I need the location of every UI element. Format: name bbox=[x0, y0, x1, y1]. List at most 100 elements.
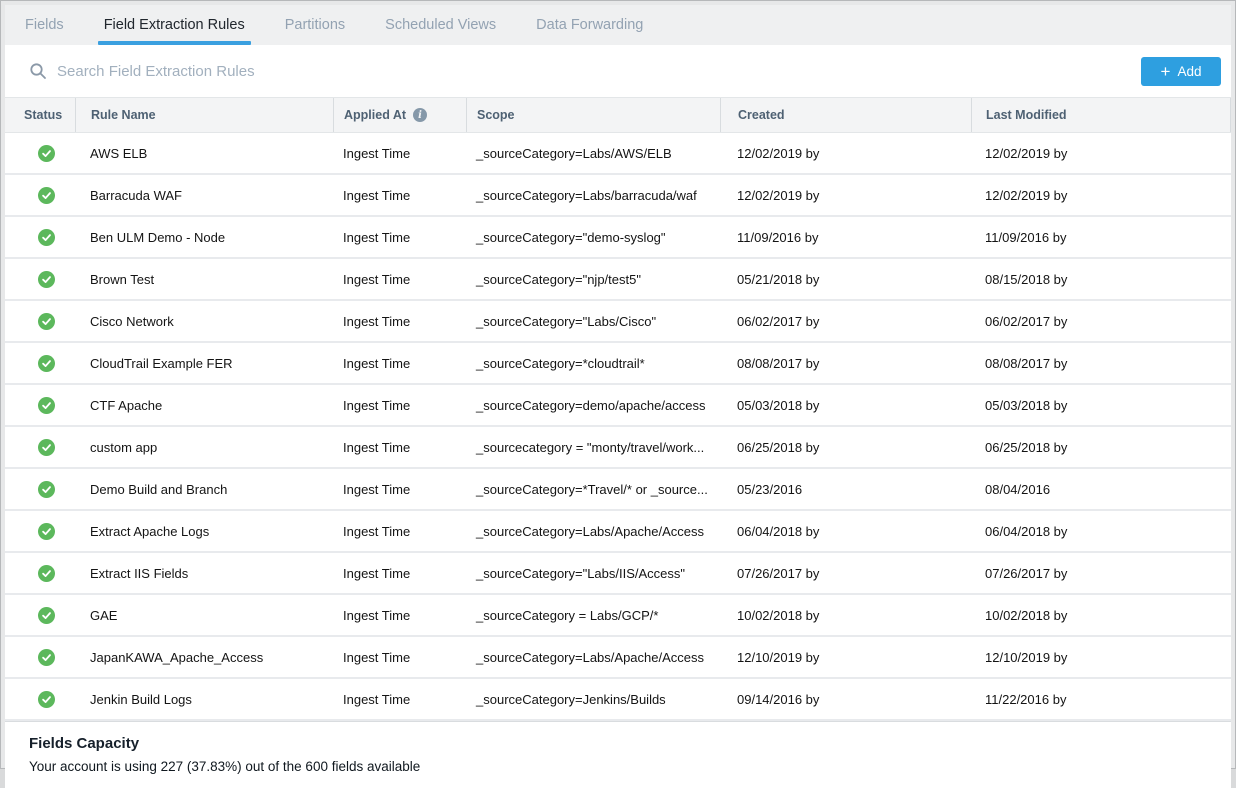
applied-at-cell: Ingest Time bbox=[333, 679, 466, 719]
created-cell: 07/26/2017 by bbox=[720, 553, 971, 593]
status-cell bbox=[5, 595, 75, 635]
status-enabled-icon bbox=[38, 355, 55, 372]
column-header-created[interactable]: Created bbox=[720, 98, 971, 132]
tab-partitions[interactable]: Partitions bbox=[279, 5, 351, 45]
tab-scheduled-views[interactable]: Scheduled Views bbox=[379, 5, 502, 45]
search-field-wrap bbox=[5, 62, 1141, 81]
scope-cell: _sourceCategory=Jenkins/Builds bbox=[466, 679, 720, 719]
toolbar: + Add bbox=[5, 45, 1231, 98]
table-row[interactable]: Extract IIS Fields Ingest Time _sourceCa… bbox=[5, 553, 1231, 595]
status-cell bbox=[5, 217, 75, 257]
column-header-rule-name[interactable]: Rule Name bbox=[75, 98, 333, 132]
status-cell bbox=[5, 469, 75, 509]
column-header-scope[interactable]: Scope bbox=[466, 98, 720, 132]
table-row[interactable]: Demo Build and Branch Ingest Time _sourc… bbox=[5, 469, 1231, 511]
applied-at-cell: Ingest Time bbox=[333, 427, 466, 467]
last-modified-cell: 10/02/2018 by bbox=[971, 595, 1231, 635]
table-row[interactable]: Barracuda WAF Ingest Time _sourceCategor… bbox=[5, 175, 1231, 217]
table-row[interactable]: GAE Ingest Time _sourceCategory = Labs/G… bbox=[5, 595, 1231, 637]
column-header-status[interactable]: Status bbox=[5, 98, 75, 132]
applied-at-cell: Ingest Time bbox=[333, 511, 466, 551]
plus-icon: + bbox=[1161, 63, 1171, 80]
status-cell bbox=[5, 553, 75, 593]
table-row[interactable]: AWS ELB Ingest Time _sourceCategory=Labs… bbox=[5, 133, 1231, 175]
applied-at-cell: Ingest Time bbox=[333, 595, 466, 635]
created-cell: 12/10/2019 by bbox=[720, 637, 971, 677]
applied-at-cell: Ingest Time bbox=[333, 553, 466, 593]
status-cell bbox=[5, 427, 75, 467]
rule-name-cell: Brown Test bbox=[75, 259, 333, 299]
app-window: Fields Field Extraction Rules Partitions… bbox=[0, 0, 1236, 769]
status-cell bbox=[5, 175, 75, 215]
column-header-applied-at[interactable]: Applied At i bbox=[333, 98, 466, 132]
scope-cell: _sourceCategory=Labs/Apache/Access bbox=[466, 511, 720, 551]
scope-cell: _sourcecategory = "monty/travel/work... bbox=[466, 427, 720, 467]
last-modified-cell: 11/09/2016 by bbox=[971, 217, 1231, 257]
rule-name-cell: Ben ULM Demo - Node bbox=[75, 217, 333, 257]
column-header-applied-at-label: Applied At bbox=[344, 108, 406, 122]
add-button[interactable]: + Add bbox=[1141, 57, 1221, 86]
applied-at-cell: Ingest Time bbox=[333, 469, 466, 509]
search-input[interactable] bbox=[55, 62, 1141, 81]
tab-field-extraction-rules[interactable]: Field Extraction Rules bbox=[98, 5, 251, 45]
search-icon bbox=[29, 62, 47, 80]
status-enabled-icon bbox=[38, 187, 55, 204]
tab-data-forwarding[interactable]: Data Forwarding bbox=[530, 5, 649, 45]
applied-at-cell: Ingest Time bbox=[333, 217, 466, 257]
status-cell bbox=[5, 385, 75, 425]
tab-fields[interactable]: Fields bbox=[19, 5, 70, 45]
last-modified-cell: 11/22/2016 by bbox=[971, 679, 1231, 719]
table-row[interactable]: CTF Apache Ingest Time _sourceCategory=d… bbox=[5, 385, 1231, 427]
scope-cell: _sourceCategory="Labs/IIS/Access" bbox=[466, 553, 720, 593]
status-enabled-icon bbox=[38, 691, 55, 708]
status-enabled-icon bbox=[38, 313, 55, 330]
status-enabled-icon bbox=[38, 229, 55, 246]
rule-name-cell: CTF Apache bbox=[75, 385, 333, 425]
created-cell: 08/08/2017 by bbox=[720, 343, 971, 383]
table-row[interactable]: Cisco Network Ingest Time _sourceCategor… bbox=[5, 301, 1231, 343]
table-row[interactable]: Ben ULM Demo - Node Ingest Time _sourceC… bbox=[5, 217, 1231, 259]
table-row[interactable]: Jenkin Build Logs Ingest Time _sourceCat… bbox=[5, 679, 1231, 721]
last-modified-cell: 12/02/2019 by bbox=[971, 133, 1231, 173]
status-enabled-icon bbox=[38, 397, 55, 414]
scope-cell: _sourceCategory=Labs/AWS/ELB bbox=[466, 133, 720, 173]
rule-name-cell: Barracuda WAF bbox=[75, 175, 333, 215]
status-cell bbox=[5, 301, 75, 341]
scope-cell: _sourceCategory="njp/test5" bbox=[466, 259, 720, 299]
tab-bar: Fields Field Extraction Rules Partitions… bbox=[5, 5, 1231, 45]
created-cell: 06/04/2018 by bbox=[720, 511, 971, 551]
applied-at-cell: Ingest Time bbox=[333, 175, 466, 215]
applied-at-cell: Ingest Time bbox=[333, 259, 466, 299]
status-cell bbox=[5, 511, 75, 551]
table-row[interactable]: CloudTrail Example FER Ingest Time _sour… bbox=[5, 343, 1231, 385]
column-header-last-modified[interactable]: Last Modified bbox=[971, 98, 1231, 132]
scope-cell: _sourceCategory=Labs/Apache/Access bbox=[466, 637, 720, 677]
rule-name-cell: Jenkin Build Logs bbox=[75, 679, 333, 719]
applied-at-cell: Ingest Time bbox=[333, 637, 466, 677]
rule-name-cell: Cisco Network bbox=[75, 301, 333, 341]
created-cell: 11/09/2016 by bbox=[720, 217, 971, 257]
table-row[interactable]: custom app Ingest Time _sourcecategory =… bbox=[5, 427, 1231, 469]
table-row[interactable]: Extract Apache Logs Ingest Time _sourceC… bbox=[5, 511, 1231, 553]
last-modified-cell: 07/26/2017 by bbox=[971, 553, 1231, 593]
last-modified-cell: 08/08/2017 by bbox=[971, 343, 1231, 383]
status-enabled-icon bbox=[38, 607, 55, 624]
created-cell: 05/23/2016 bbox=[720, 469, 971, 509]
last-modified-cell: 06/25/2018 by bbox=[971, 427, 1231, 467]
created-cell: 05/21/2018 by bbox=[720, 259, 971, 299]
scope-cell: _sourceCategory=demo/apache/access bbox=[466, 385, 720, 425]
status-enabled-icon bbox=[38, 271, 55, 288]
info-icon[interactable]: i bbox=[413, 108, 427, 122]
scope-cell: _sourceCategory = Labs/GCP/* bbox=[466, 595, 720, 635]
applied-at-cell: Ingest Time bbox=[333, 133, 466, 173]
rule-name-cell: Demo Build and Branch bbox=[75, 469, 333, 509]
table-row[interactable]: Brown Test Ingest Time _sourceCategory="… bbox=[5, 259, 1231, 301]
scope-cell: _sourceCategory=Labs/barracuda/waf bbox=[466, 175, 720, 215]
created-cell: 05/03/2018 by bbox=[720, 385, 971, 425]
table-row[interactable]: JapanKAWA_Apache_Access Ingest Time _sou… bbox=[5, 637, 1231, 679]
scope-cell: _sourceCategory="Labs/Cisco" bbox=[466, 301, 720, 341]
last-modified-cell: 08/15/2018 by bbox=[971, 259, 1231, 299]
created-cell: 12/02/2019 by bbox=[720, 175, 971, 215]
last-modified-cell: 08/04/2016 bbox=[971, 469, 1231, 509]
created-cell: 12/02/2019 by bbox=[720, 133, 971, 173]
